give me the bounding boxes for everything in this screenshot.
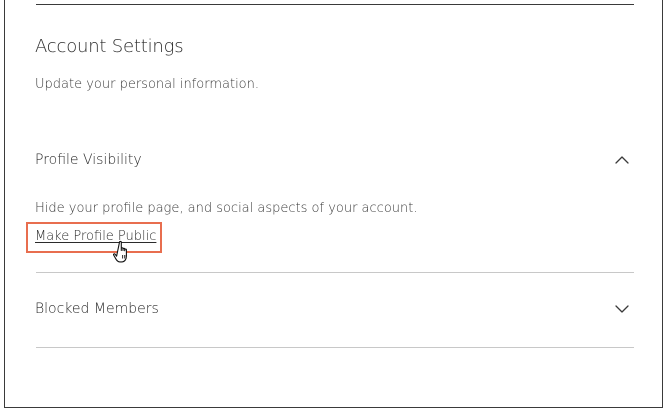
section-divider <box>36 272 634 273</box>
section-subtitle: Update your personal information. <box>35 77 260 92</box>
make-profile-public-link[interactable]: Make Profile Public <box>35 229 156 244</box>
hand-pointer-cursor-icon <box>113 240 127 263</box>
section-title: Account Settings <box>35 36 184 57</box>
chevron-down-icon[interactable] <box>613 300 631 318</box>
profile-visibility-label: Profile Visibility <box>35 152 142 168</box>
chevron-up-icon[interactable] <box>613 151 631 169</box>
top-divider <box>36 4 634 5</box>
blocked-members-header[interactable]: Blocked Members <box>35 298 633 322</box>
profile-visibility-description: Hide your profile page, and social aspec… <box>35 201 418 216</box>
section-divider <box>36 347 634 348</box>
blocked-members-label: Blocked Members <box>35 301 159 317</box>
profile-visibility-header[interactable]: Profile Visibility <box>35 149 633 173</box>
account-settings-panel: Account Settings Update your personal in… <box>4 0 663 408</box>
